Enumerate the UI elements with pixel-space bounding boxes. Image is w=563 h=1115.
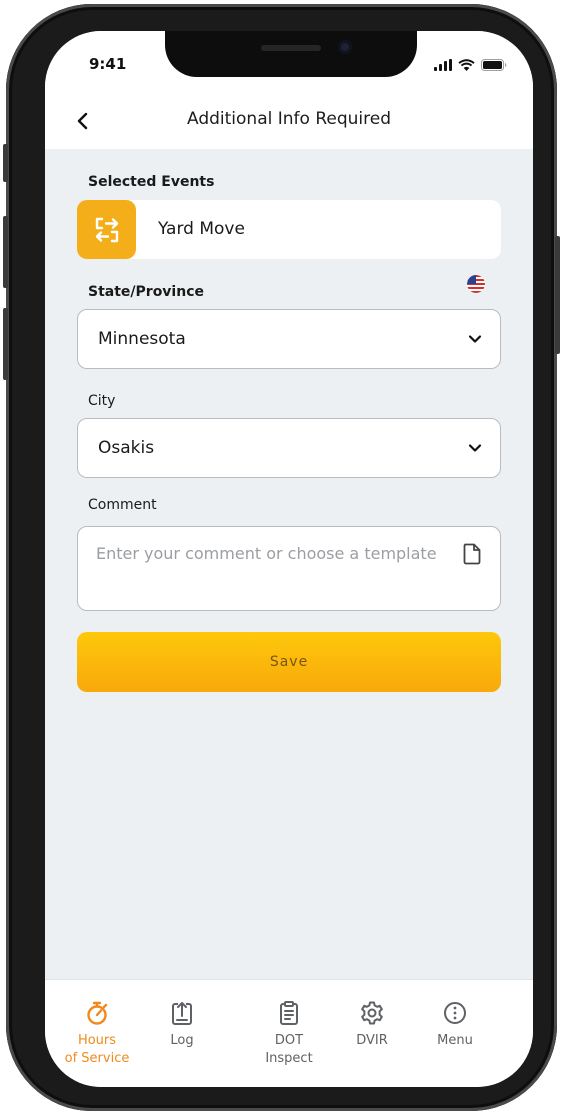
yard-move-event-icon: [77, 200, 136, 259]
more-circle-icon: [444, 1002, 466, 1024]
earpiece-speaker: [261, 45, 321, 51]
state-province-label: State/Province: [88, 284, 204, 300]
save-button[interactable]: Save: [77, 632, 501, 692]
city-select[interactable]: Osakis: [77, 418, 501, 478]
volume-down-button: [3, 308, 8, 380]
tab-label-line2: of Service: [64, 1051, 130, 1066]
power-button: [555, 236, 560, 354]
tab-label-line2: Inspect: [265, 1051, 313, 1066]
page-title: Additional Info Required: [187, 109, 391, 129]
city-label: City: [88, 393, 116, 409]
tab-hours-of-service[interactable]: Hours of Service: [52, 1000, 142, 1068]
us-flag-icon[interactable]: [467, 275, 485, 293]
swap-arrows-icon: [95, 217, 118, 242]
upload-log-icon: [172, 1002, 192, 1025]
comment-field: [77, 526, 501, 611]
battery-icon: [481, 59, 507, 71]
wifi-icon: [458, 59, 475, 71]
clipboard-icon: [280, 1001, 298, 1025]
chevron-down-icon: [468, 444, 482, 452]
tab-label-line1: Log: [170, 1033, 194, 1048]
tab-dot-inspect[interactable]: DOT Inspect: [244, 1000, 334, 1068]
app-screen: 9:41 Additional Info Required Selected E…: [45, 31, 533, 1087]
front-camera: [338, 40, 352, 54]
state-province-value: Minnesota: [98, 329, 186, 349]
tab-menu[interactable]: Menu: [410, 1000, 500, 1050]
tab-label-line1: Hours: [77, 1033, 117, 1048]
tab-label-line1: DOT: [274, 1033, 304, 1048]
bottom-tab-bar: Hours of Service Log DOT Inspect DVIR Me…: [45, 979, 533, 1087]
tab-log[interactable]: Log: [137, 1000, 227, 1050]
chevron-down-icon: [468, 335, 482, 343]
template-document-icon[interactable]: [462, 543, 482, 565]
mute-switch: [3, 144, 8, 182]
tab-dvir[interactable]: DVIR: [327, 1000, 417, 1050]
selected-events-label: Selected Events: [88, 174, 215, 190]
selected-event-name: Yard Move: [158, 219, 245, 239]
status-time: 9:41: [89, 55, 127, 73]
cellular-signal-icon: [434, 59, 452, 71]
stopwatch-icon: [87, 1001, 108, 1025]
status-icons: [434, 59, 507, 71]
tab-label-line1: Menu: [437, 1033, 473, 1048]
tab-label-line1: DVIR: [356, 1033, 388, 1048]
state-province-select[interactable]: Minnesota: [77, 309, 501, 369]
top-app-bar: Additional Info Required: [45, 97, 533, 149]
gear-icon: [361, 1001, 383, 1025]
comment-label: Comment: [88, 497, 157, 513]
comment-input[interactable]: [96, 541, 441, 601]
device-notch: [165, 31, 417, 77]
city-value: Osakis: [98, 438, 155, 458]
volume-up-button: [3, 216, 8, 288]
selected-event-card: Yard Move: [77, 200, 501, 259]
